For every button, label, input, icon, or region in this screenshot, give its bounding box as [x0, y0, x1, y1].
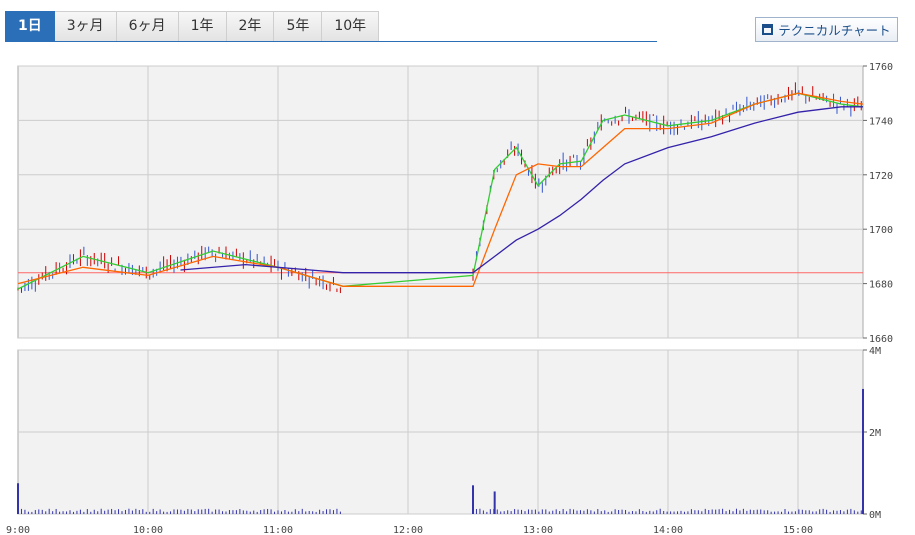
price-tick-label: 1760 [869, 62, 893, 73]
volume-tick-label: 4M [869, 346, 881, 357]
volume-spike [862, 388, 864, 514]
price-tick-label: 1660 [869, 334, 893, 345]
x-tick-label: 9:00 [6, 525, 30, 535]
volume-spike [472, 485, 474, 514]
price-tick-label: 1740 [869, 116, 893, 127]
x-tick-label: 15:00 [783, 525, 813, 535]
price-tick-label: 1700 [869, 225, 893, 236]
stock-chart: 9:00 10:00 11:00 12:00 13:00 14:00 15:00 1760 17… [6, 62, 893, 535]
x-tick-label: 10:00 [133, 525, 163, 535]
x-tick-label: 13:00 [523, 525, 553, 535]
x-tick-label: 14:00 [653, 525, 683, 535]
volume-spike [17, 483, 19, 514]
x-tick-label: 12:00 [393, 525, 423, 535]
price-tick-label: 1680 [869, 280, 893, 291]
volume-spike [493, 491, 496, 514]
volume-tick-label: 2M [869, 428, 881, 439]
price-tick-label: 1720 [869, 171, 893, 182]
x-tick-label: 11:00 [263, 525, 293, 535]
volume-tick-label: 0M [869, 510, 881, 521]
